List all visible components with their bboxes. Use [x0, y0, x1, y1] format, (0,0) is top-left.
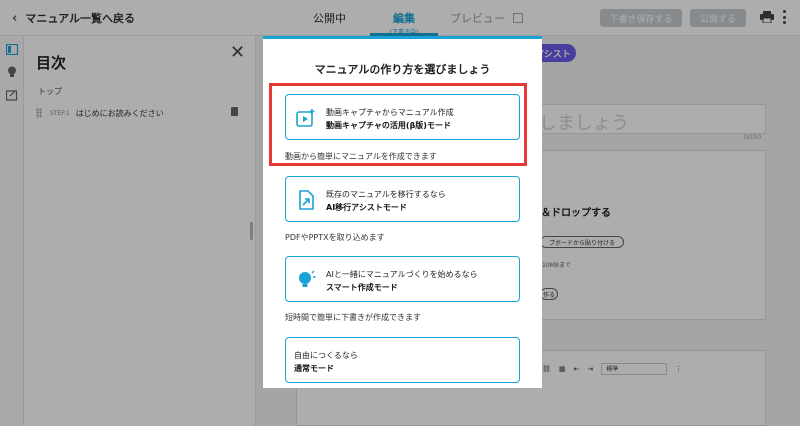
ai-migration-mode-option[interactable]: 既存のマニュアルを移行するなら AI移行アシストモード	[285, 176, 520, 222]
option-line2: スマート作成モード	[326, 283, 398, 292]
option-line2: 通常モード	[294, 364, 334, 373]
option-description: PDFやPPTXを取り込めます	[285, 233, 385, 242]
highlight-box	[269, 83, 527, 166]
lightbulb-icon	[299, 270, 316, 287]
option-line1: 自由につくるなら	[294, 351, 358, 360]
option-description: 短時間で簡単に下書きが作成できます	[285, 313, 421, 322]
normal-mode-option[interactable]: 自由につくるなら 通常モード	[285, 337, 520, 383]
smart-creation-mode-option[interactable]: AIと一緒にマニュアルづくりを始めるなら スマート作成モード	[285, 256, 520, 302]
file-import-icon	[299, 190, 314, 210]
option-line1: 既存のマニュアルを移行するなら	[326, 190, 446, 199]
option-line2: AI移行アシストモード	[326, 203, 407, 212]
option-line1: AIと一緒にマニュアルづくりを始めるなら	[326, 270, 478, 279]
dialog-title: マニュアルの作り方を選びましょう	[314, 63, 491, 76]
